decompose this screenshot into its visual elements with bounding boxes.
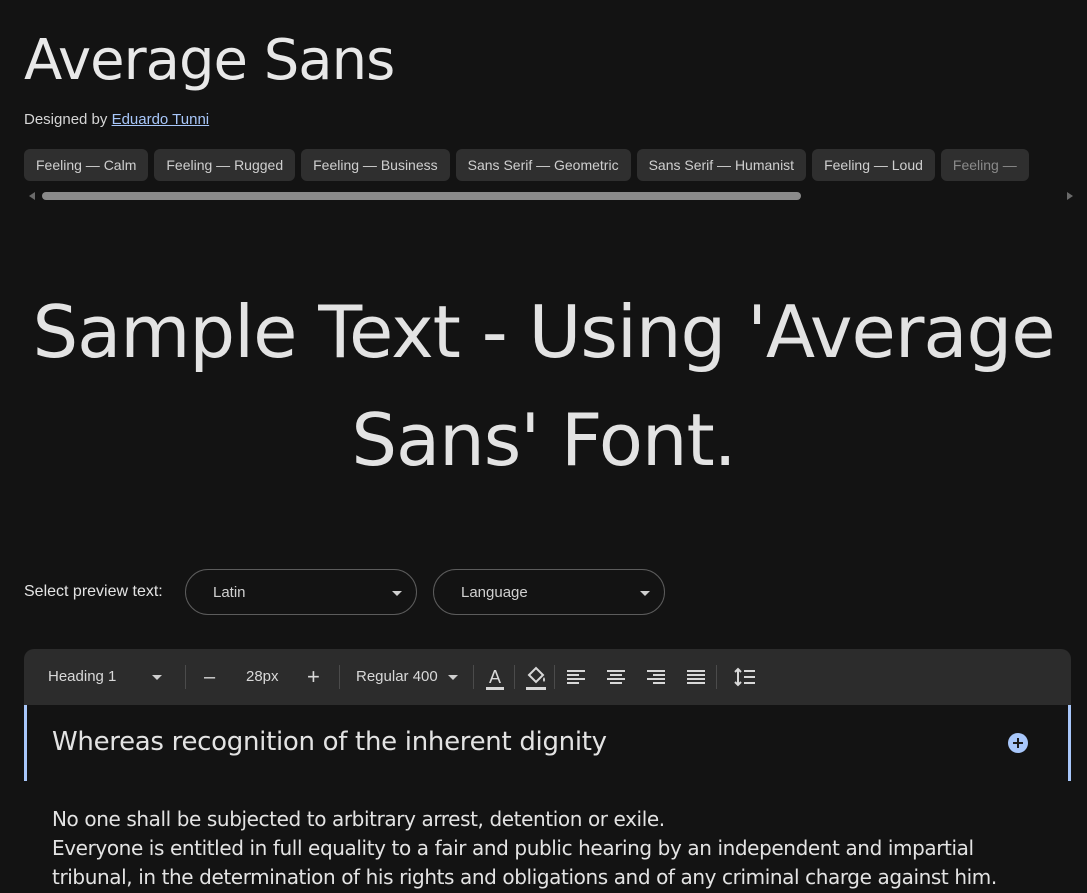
weight-select-value: Regular 400 [356, 668, 438, 685]
toolbar-divider [554, 665, 555, 689]
tag-chip[interactable]: Sans Serif — Geometric [455, 149, 631, 181]
text-color-icon[interactable]: A [484, 649, 506, 705]
toolbar-divider [185, 665, 186, 689]
horizontal-scrollbar[interactable] [24, 190, 1073, 202]
style-select[interactable]: Heading 1 [48, 649, 163, 705]
language-select-value: Language [461, 584, 528, 601]
tag-chip[interactable]: Feeling — Loud [812, 149, 935, 181]
add-circle-icon[interactable] [1008, 733, 1028, 753]
svg-text:A: A [489, 667, 501, 687]
toolbar-divider [339, 665, 340, 689]
align-center-icon[interactable] [605, 649, 627, 705]
designed-by-label: Designed by [24, 111, 108, 128]
tag-chip[interactable]: Feeling — Rugged [154, 149, 296, 181]
designer-line: Designed by Eduardo Tunni [24, 111, 209, 128]
preview-text-label: Select preview text: [24, 583, 163, 600]
align-right-icon[interactable] [645, 649, 667, 705]
line-height-icon[interactable] [733, 649, 757, 705]
body-line: tribunal, in the determination of his ri… [52, 865, 997, 889]
increase-size-button[interactable]: + [307, 649, 320, 705]
weight-select[interactable]: Regular 400 [356, 649, 458, 705]
editor-body[interactable]: No one shall be subjected to arbitrary a… [52, 805, 1052, 892]
tag-chip[interactable]: Feeling — Business [301, 149, 450, 181]
language-select[interactable]: Language [433, 569, 665, 615]
editor-heading[interactable]: Whereas recognition of the inherent dign… [52, 727, 607, 757]
chevron-down-icon [392, 591, 402, 596]
align-justify-icon[interactable] [685, 649, 707, 705]
chevron-down-icon [447, 674, 458, 680]
style-select-value: Heading 1 [48, 668, 117, 685]
font-size-value[interactable]: 28px [246, 649, 279, 705]
body-line: No one shall be subjected to arbitrary a… [52, 807, 665, 831]
script-select-value: Latin [213, 584, 246, 601]
sample-text: Sample Text - Using 'Average Sans' Font. [0, 278, 1087, 494]
chevron-down-icon [152, 674, 163, 680]
toolbar-divider [716, 665, 717, 689]
editor-toolbar: Heading 1 – 28px + Regular 400 A [24, 649, 1071, 705]
decrease-size-button[interactable]: – [204, 649, 215, 705]
tag-list: Feeling — Calm Feeling — Rugged Feeling — … [24, 149, 1087, 181]
toolbar-divider [473, 665, 474, 689]
sample-line-2: Sans' Font. [351, 398, 736, 482]
sample-line-1: Sample Text - Using 'Average [32, 290, 1055, 374]
align-left-icon[interactable] [565, 649, 587, 705]
chevron-down-icon [640, 591, 650, 596]
designer-link[interactable]: Eduardo Tunni [112, 111, 210, 128]
tag-chip[interactable]: Feeling — [940, 149, 1029, 181]
font-title: Average Sans [24, 28, 395, 93]
tag-chip[interactable]: Sans Serif — Humanist [636, 149, 807, 181]
scroll-left-icon[interactable] [29, 192, 35, 200]
fill-color-icon[interactable] [524, 649, 548, 705]
tag-chip[interactable]: Feeling — Calm [24, 149, 149, 181]
toolbar-divider [514, 665, 515, 689]
body-line: Everyone is entitled in full equality to… [52, 836, 974, 860]
scrollbar-thumb[interactable] [42, 192, 801, 200]
scroll-right-icon[interactable] [1067, 192, 1073, 200]
script-select[interactable]: Latin [185, 569, 417, 615]
